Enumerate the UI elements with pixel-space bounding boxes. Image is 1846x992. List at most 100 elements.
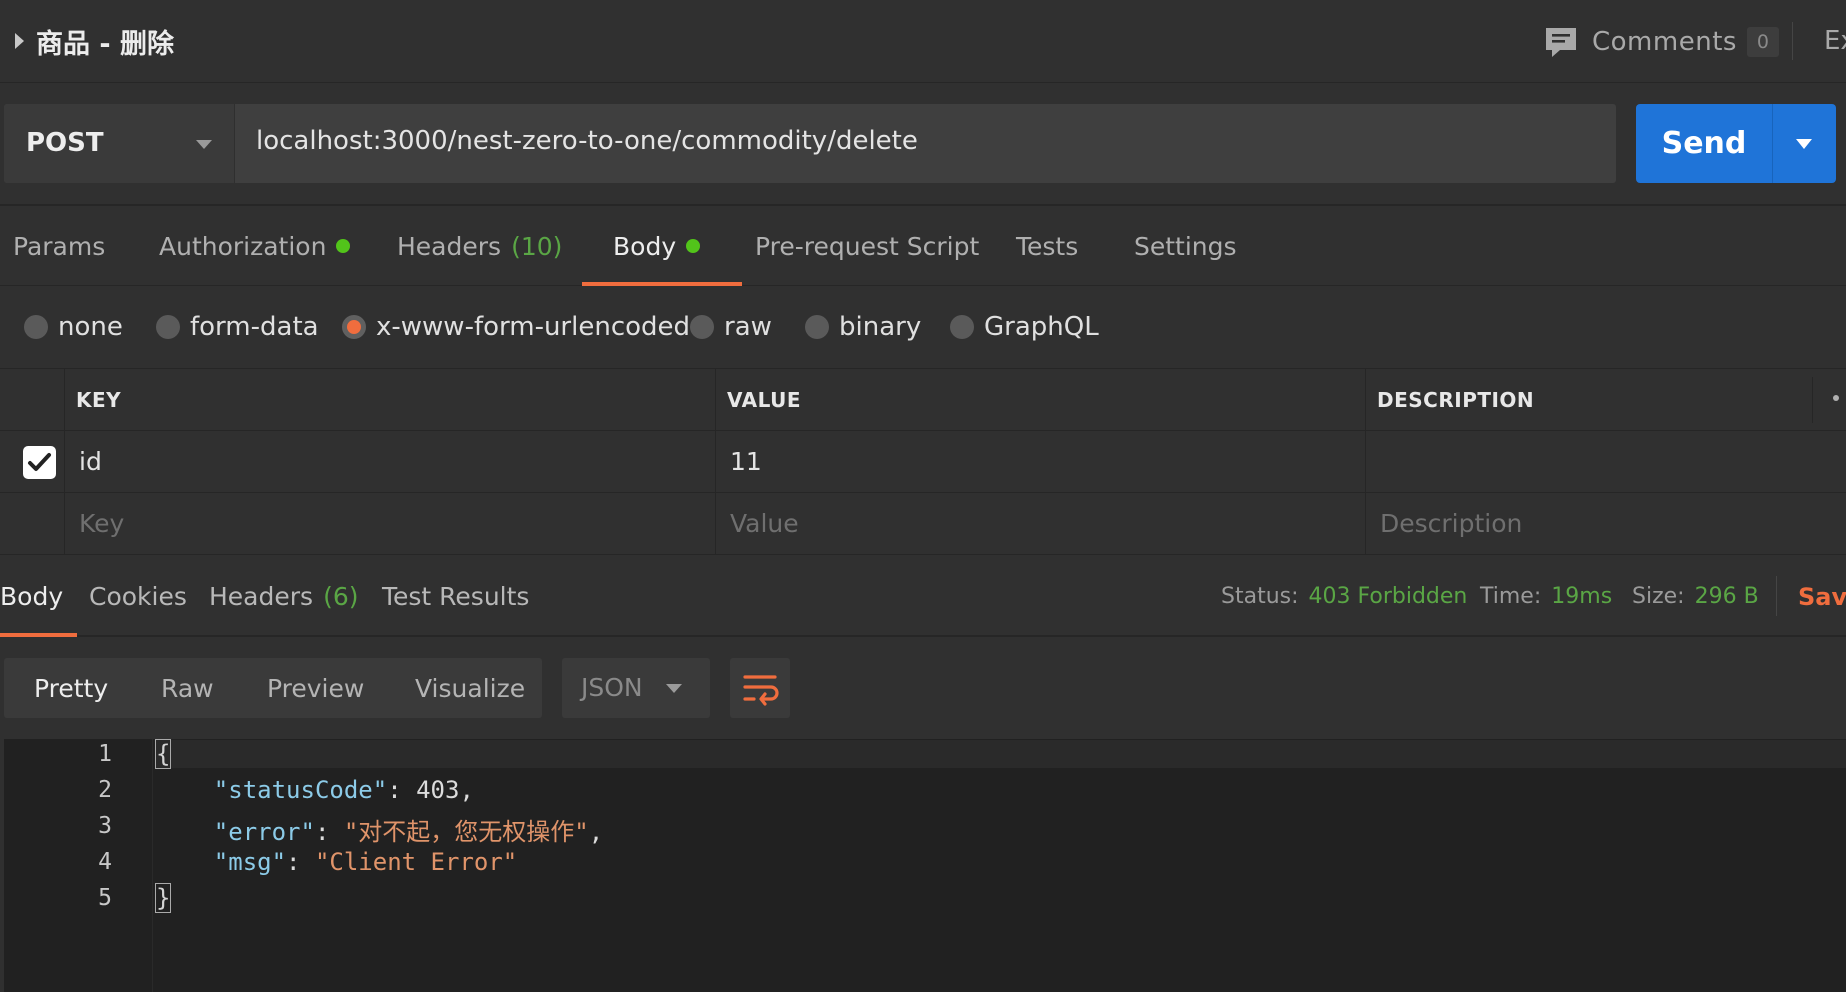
radio-circle-icon	[690, 315, 714, 339]
tab-label: Authorization	[159, 231, 327, 261]
status-dot-icon	[686, 239, 701, 253]
radio-label: none	[58, 312, 123, 342]
column-resize-handle[interactable]	[1812, 377, 1813, 423]
comments-button[interactable]: Comments 0	[1544, 24, 1779, 60]
param-key-cell[interactable]: id	[64, 431, 715, 492]
tab-tests[interactable]: Tests	[1016, 206, 1078, 286]
radio-selected-icon	[342, 315, 366, 339]
json-value: 403	[416, 776, 460, 804]
language-select[interactable]: JSON	[562, 658, 710, 718]
radio-circle-icon	[156, 315, 180, 339]
tab-headers[interactable]: Headers (10)	[397, 206, 562, 286]
json-value: "对不起，您无权操作"	[343, 818, 589, 846]
wrap-lines-button[interactable]	[730, 658, 790, 718]
status-readout: Status: 403 Forbidden	[1221, 556, 1467, 637]
tab-label: Body	[613, 231, 677, 261]
tab-label: Settings	[1134, 231, 1237, 261]
param-value-cell[interactable]: 11	[715, 431, 1365, 492]
status-value[interactable]: 403 Forbidden	[1309, 584, 1468, 609]
tab-settings[interactable]: Settings	[1134, 206, 1237, 286]
mode-pretty[interactable]: Pretty	[34, 658, 108, 718]
tab-pre-request-script[interactable]: Pre-request Script	[755, 206, 979, 286]
send-label: Send	[1661, 126, 1747, 161]
tab-label: Pre-request Script	[755, 231, 980, 261]
code-line: }	[154, 883, 172, 913]
response-tab-body[interactable]: Body	[0, 556, 78, 637]
mode-raw[interactable]: Raw	[161, 658, 214, 718]
table-header-row: KEY VALUE DESCRIPTION	[0, 369, 1846, 431]
comments-label: Comments	[1592, 27, 1737, 57]
tab-label: Test Results	[382, 582, 530, 611]
line-number: 5	[98, 885, 112, 911]
radio-form-data[interactable]: form-data	[156, 309, 319, 345]
code-line: "msg": "Client Error"	[213, 848, 518, 876]
response-tab-headers[interactable]: Headers (6)	[209, 556, 358, 637]
size-value[interactable]: 296 B	[1695, 584, 1759, 609]
table-row: id 11	[0, 431, 1846, 493]
request-bar: POST localhost:3000/nest-zero-to-one/com…	[4, 104, 1616, 183]
radio-x-www-form-urlencoded[interactable]: x-www-form-urlencoded	[342, 309, 690, 345]
mode-preview[interactable]: Preview	[267, 658, 364, 718]
code-line: "error": "对不起，您无权操作",	[213, 818, 604, 846]
examples-button[interactable]: Ex	[1824, 26, 1846, 56]
key-input[interactable]: Key	[64, 493, 715, 554]
tab-count: (10)	[511, 231, 563, 261]
check-icon	[28, 453, 51, 471]
url-input[interactable]: localhost:3000/nest-zero-to-one/commodit…	[256, 126, 918, 156]
tab-label: Body	[0, 582, 64, 611]
tab-params[interactable]: Params	[13, 206, 105, 286]
mode-visualize[interactable]: Visualize	[415, 658, 525, 718]
value-input[interactable]: Value	[715, 493, 1365, 554]
params-table: KEY VALUE DESCRIPTION id 11 Key Value De…	[0, 369, 1846, 555]
json-key: "msg"	[213, 848, 287, 876]
request-name[interactable]: 商品 - 删除	[36, 22, 174, 61]
json-key: "error"	[213, 818, 315, 846]
json-comma: ,	[459, 776, 474, 804]
status-dot-icon	[336, 239, 351, 253]
table-row-new: Key Value Description	[0, 493, 1846, 555]
request-tabs: Params Authorization Headers (10) Body P…	[0, 206, 1846, 286]
line-number-gutter: 1 2 3 4 5	[4, 739, 152, 992]
response-tab-test-results[interactable]: Test Results	[382, 556, 529, 637]
description-input[interactable]: Description	[1365, 493, 1846, 554]
tab-authorization[interactable]: Authorization	[159, 206, 351, 286]
response-tab-cookies[interactable]: Cookies	[89, 556, 187, 637]
response-body-editor[interactable]: 1 2 3 4 5 { "statusCode": 403, "error": …	[4, 739, 1846, 992]
radio-raw[interactable]: raw	[690, 309, 772, 345]
send-divider	[1772, 104, 1773, 183]
radio-circle-icon	[950, 315, 974, 339]
tab-label: Headers	[397, 231, 502, 261]
method-label: POST	[26, 128, 104, 158]
radio-none[interactable]: none	[24, 309, 123, 345]
time-value[interactable]: 19ms	[1551, 584, 1612, 609]
method-select[interactable]: POST	[4, 104, 235, 183]
row-enabled-checkbox[interactable]	[23, 446, 56, 479]
radio-circle-icon	[805, 315, 829, 339]
tab-count: (6)	[323, 582, 359, 611]
wrap-lines-icon	[743, 675, 779, 706]
expand-triangle-icon[interactable]	[15, 33, 24, 49]
send-button[interactable]: Send	[1636, 104, 1836, 183]
radio-label: x-www-form-urlencoded	[376, 312, 691, 342]
more-options-icon[interactable]	[1833, 395, 1839, 401]
response-header: Body Cookies Headers (6) Test Results St…	[0, 556, 1846, 637]
code-line: {	[154, 739, 1846, 769]
tab-body[interactable]: Body	[581, 206, 743, 286]
send-options-chevron-icon[interactable]	[1796, 139, 1812, 149]
radio-binary[interactable]: binary	[805, 309, 921, 345]
view-mode-group: Pretty Raw Preview Visualize	[4, 658, 542, 718]
tab-label: Headers	[209, 582, 314, 611]
column-header-value: VALUE	[715, 369, 1365, 430]
radio-graphql[interactable]: GraphQL	[950, 309, 1099, 345]
status-divider	[1776, 576, 1777, 616]
column-header-description: DESCRIPTION	[1365, 369, 1812, 430]
param-description-cell[interactable]	[1365, 431, 1846, 492]
save-response-button[interactable]: Save	[1798, 556, 1846, 637]
size-label: Size:	[1632, 584, 1685, 609]
radio-label: GraphQL	[984, 312, 1099, 342]
size-readout: Size: 296 B	[1632, 556, 1759, 637]
tab-label: Params	[13, 231, 106, 261]
open-brace: {	[154, 739, 172, 769]
column-header-key: KEY	[64, 369, 715, 430]
tab-label: Cookies	[89, 582, 187, 611]
